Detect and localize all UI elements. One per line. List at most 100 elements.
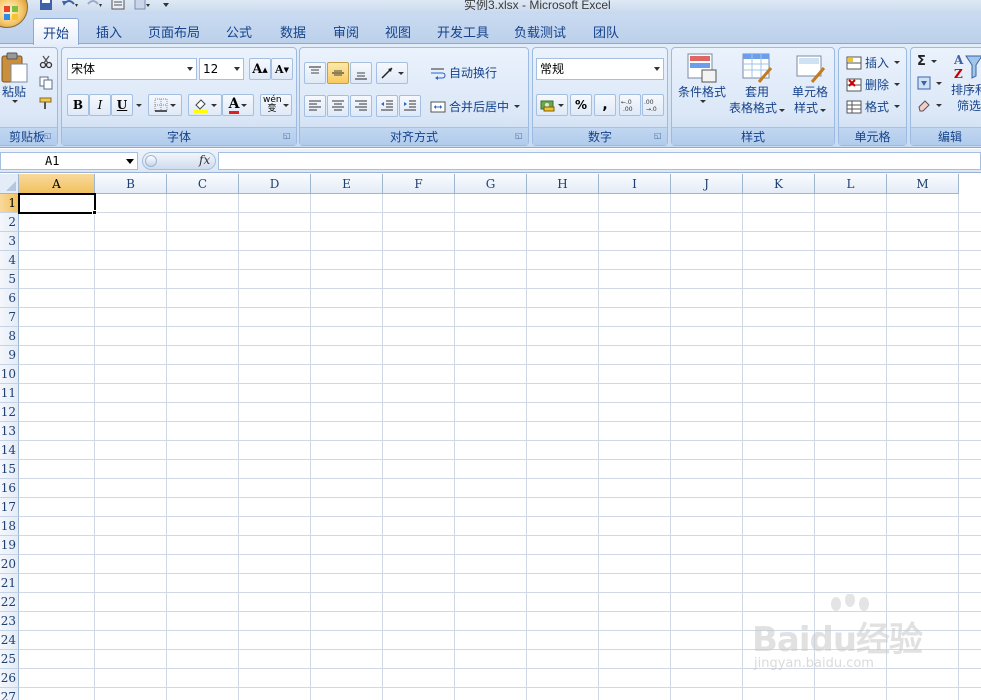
name-box-dropdown-icon[interactable] — [126, 159, 134, 164]
underline-dropdown-icon[interactable] — [132, 94, 144, 116]
align-right-icon[interactable] — [350, 95, 372, 117]
tab-page-layout[interactable]: 页面布局 — [143, 19, 205, 44]
row-header-15[interactable]: 15 — [0, 460, 19, 479]
column-header-i[interactable]: I — [599, 174, 671, 194]
column-header-g[interactable]: G — [455, 174, 527, 194]
row-header-17[interactable]: 17 — [0, 498, 19, 517]
row-header-10[interactable]: 10 — [0, 365, 19, 384]
column-header-h[interactable]: H — [527, 174, 599, 194]
grow-font-button[interactable]: A ▲ — [249, 58, 271, 80]
column-header-l[interactable]: L — [815, 174, 887, 194]
collapse-knob-icon[interactable] — [145, 155, 157, 167]
row-header-3[interactable]: 3 — [0, 232, 19, 251]
formula-input[interactable] — [218, 152, 981, 170]
column-header-k[interactable]: K — [743, 174, 815, 194]
row-header-24[interactable]: 24 — [0, 631, 19, 650]
row-header-9[interactable]: 9 — [0, 346, 19, 365]
row-header-12[interactable]: 12 — [0, 403, 19, 422]
insert-cells-button[interactable]: 插入 — [846, 54, 901, 71]
fill-handle[interactable] — [92, 210, 97, 215]
undo-icon[interactable] — [60, 0, 80, 11]
font-color-button[interactable]: A — [222, 94, 254, 116]
paste-button[interactable]: 粘贴 — [0, 52, 29, 103]
bold-button[interactable]: B — [67, 94, 89, 116]
align-center-icon[interactable] — [327, 95, 349, 117]
tab-developer[interactable]: 开发工具 — [432, 19, 494, 44]
tab-team[interactable]: 团队 — [585, 19, 627, 44]
row-header-18[interactable]: 18 — [0, 517, 19, 536]
decrease-decimal-icon[interactable]: .00 →.0 — [642, 94, 664, 116]
row-header-26[interactable]: 26 — [0, 669, 19, 688]
row-header-2[interactable]: 2 — [0, 213, 19, 232]
font-name-combo[interactable]: 宋体 — [67, 58, 197, 80]
column-header-j[interactable]: J — [671, 174, 743, 194]
format-painter-icon[interactable] — [35, 93, 57, 115]
insert-function-icon[interactable]: fx — [199, 153, 210, 167]
row-header-4[interactable]: 4 — [0, 251, 19, 270]
tab-data[interactable]: 数据 — [272, 19, 314, 44]
qat-dropdown-icon[interactable] — [156, 0, 176, 11]
cell-styles-button[interactable]: 单元格 样式 — [786, 52, 834, 116]
row-header-7[interactable]: 7 — [0, 308, 19, 327]
customize-qat-icon[interactable] — [132, 0, 152, 11]
italic-button[interactable]: I — [89, 94, 111, 116]
align-middle-icon[interactable] — [327, 62, 349, 84]
clear-button[interactable] — [917, 98, 942, 112]
accounting-format-button[interactable] — [536, 94, 568, 116]
row-header-22[interactable]: 22 — [0, 593, 19, 612]
redo-icon[interactable] — [84, 0, 104, 11]
merge-center-button[interactable]: 合并后居中 — [430, 98, 521, 115]
tab-insert[interactable]: 插入 — [88, 19, 130, 44]
cut-icon[interactable] — [35, 51, 57, 73]
orientation-button[interactable] — [376, 62, 408, 84]
font-size-combo[interactable]: 12 — [199, 58, 244, 80]
decrease-indent-icon[interactable] — [376, 95, 398, 117]
align-bottom-icon[interactable] — [350, 62, 372, 84]
select-all-button[interactable] — [0, 174, 19, 194]
save-icon[interactable] — [36, 0, 56, 11]
row-header-13[interactable]: 13 — [0, 422, 19, 441]
row-header-19[interactable]: 19 — [0, 536, 19, 555]
column-header-d[interactable]: D — [239, 174, 311, 194]
column-header-m[interactable]: M — [887, 174, 959, 194]
active-cell-border[interactable] — [18, 193, 96, 214]
comma-style-button[interactable]: , — [594, 94, 616, 116]
tab-home[interactable]: 开始 — [33, 18, 79, 45]
borders-button[interactable] — [148, 94, 182, 116]
row-header-5[interactable]: 5 — [0, 270, 19, 289]
sort-filter-button[interactable]: A Z 排序和 筛选 — [947, 52, 981, 114]
row-header-14[interactable]: 14 — [0, 441, 19, 460]
font-launcher-icon[interactable]: ◱ — [283, 131, 293, 141]
delete-cells-button[interactable]: 删除 — [846, 76, 901, 93]
tab-view[interactable]: 视图 — [377, 19, 419, 44]
fill-button[interactable] — [917, 76, 942, 90]
increase-decimal-icon[interactable]: ←.0.00 — [619, 94, 641, 116]
row-header-20[interactable]: 20 — [0, 555, 19, 574]
name-box[interactable]: A1 — [0, 152, 138, 170]
wrap-text-button[interactable]: 自动换行 — [430, 64, 497, 81]
row-header-25[interactable]: 25 — [0, 650, 19, 669]
print-preview-icon[interactable] — [108, 0, 128, 11]
format-as-table-button[interactable]: 套用 表格格式 — [729, 52, 786, 116]
tab-load-test[interactable]: 负载测试 — [509, 19, 571, 44]
align-left-icon[interactable] — [304, 95, 326, 117]
formula-bar-resizer[interactable]: fx — [142, 152, 216, 170]
autosum-button[interactable]: Σ — [917, 54, 937, 69]
column-header-c[interactable]: C — [167, 174, 239, 194]
clipboard-launcher-icon[interactable]: ◱ — [44, 131, 54, 141]
column-header-f[interactable]: F — [383, 174, 455, 194]
row-header-27[interactable]: 27 — [0, 688, 19, 700]
conditional-format-button[interactable]: 条件格式 — [676, 52, 728, 103]
row-header-6[interactable]: 6 — [0, 289, 19, 308]
underline-button[interactable]: U — [111, 94, 133, 116]
number-format-combo[interactable]: 常规 — [536, 58, 664, 80]
tab-formulas[interactable]: 公式 — [218, 19, 260, 44]
shrink-font-button[interactable]: A ▼ — [271, 58, 293, 80]
align-top-icon[interactable] — [304, 62, 326, 84]
percent-style-button[interactable]: % — [570, 94, 592, 116]
copy-icon[interactable] — [35, 72, 57, 94]
increase-indent-icon[interactable] — [399, 95, 421, 117]
alignment-launcher-icon[interactable]: ◱ — [515, 131, 525, 141]
tab-review[interactable]: 审阅 — [325, 19, 367, 44]
number-launcher-icon[interactable]: ◱ — [654, 131, 664, 141]
